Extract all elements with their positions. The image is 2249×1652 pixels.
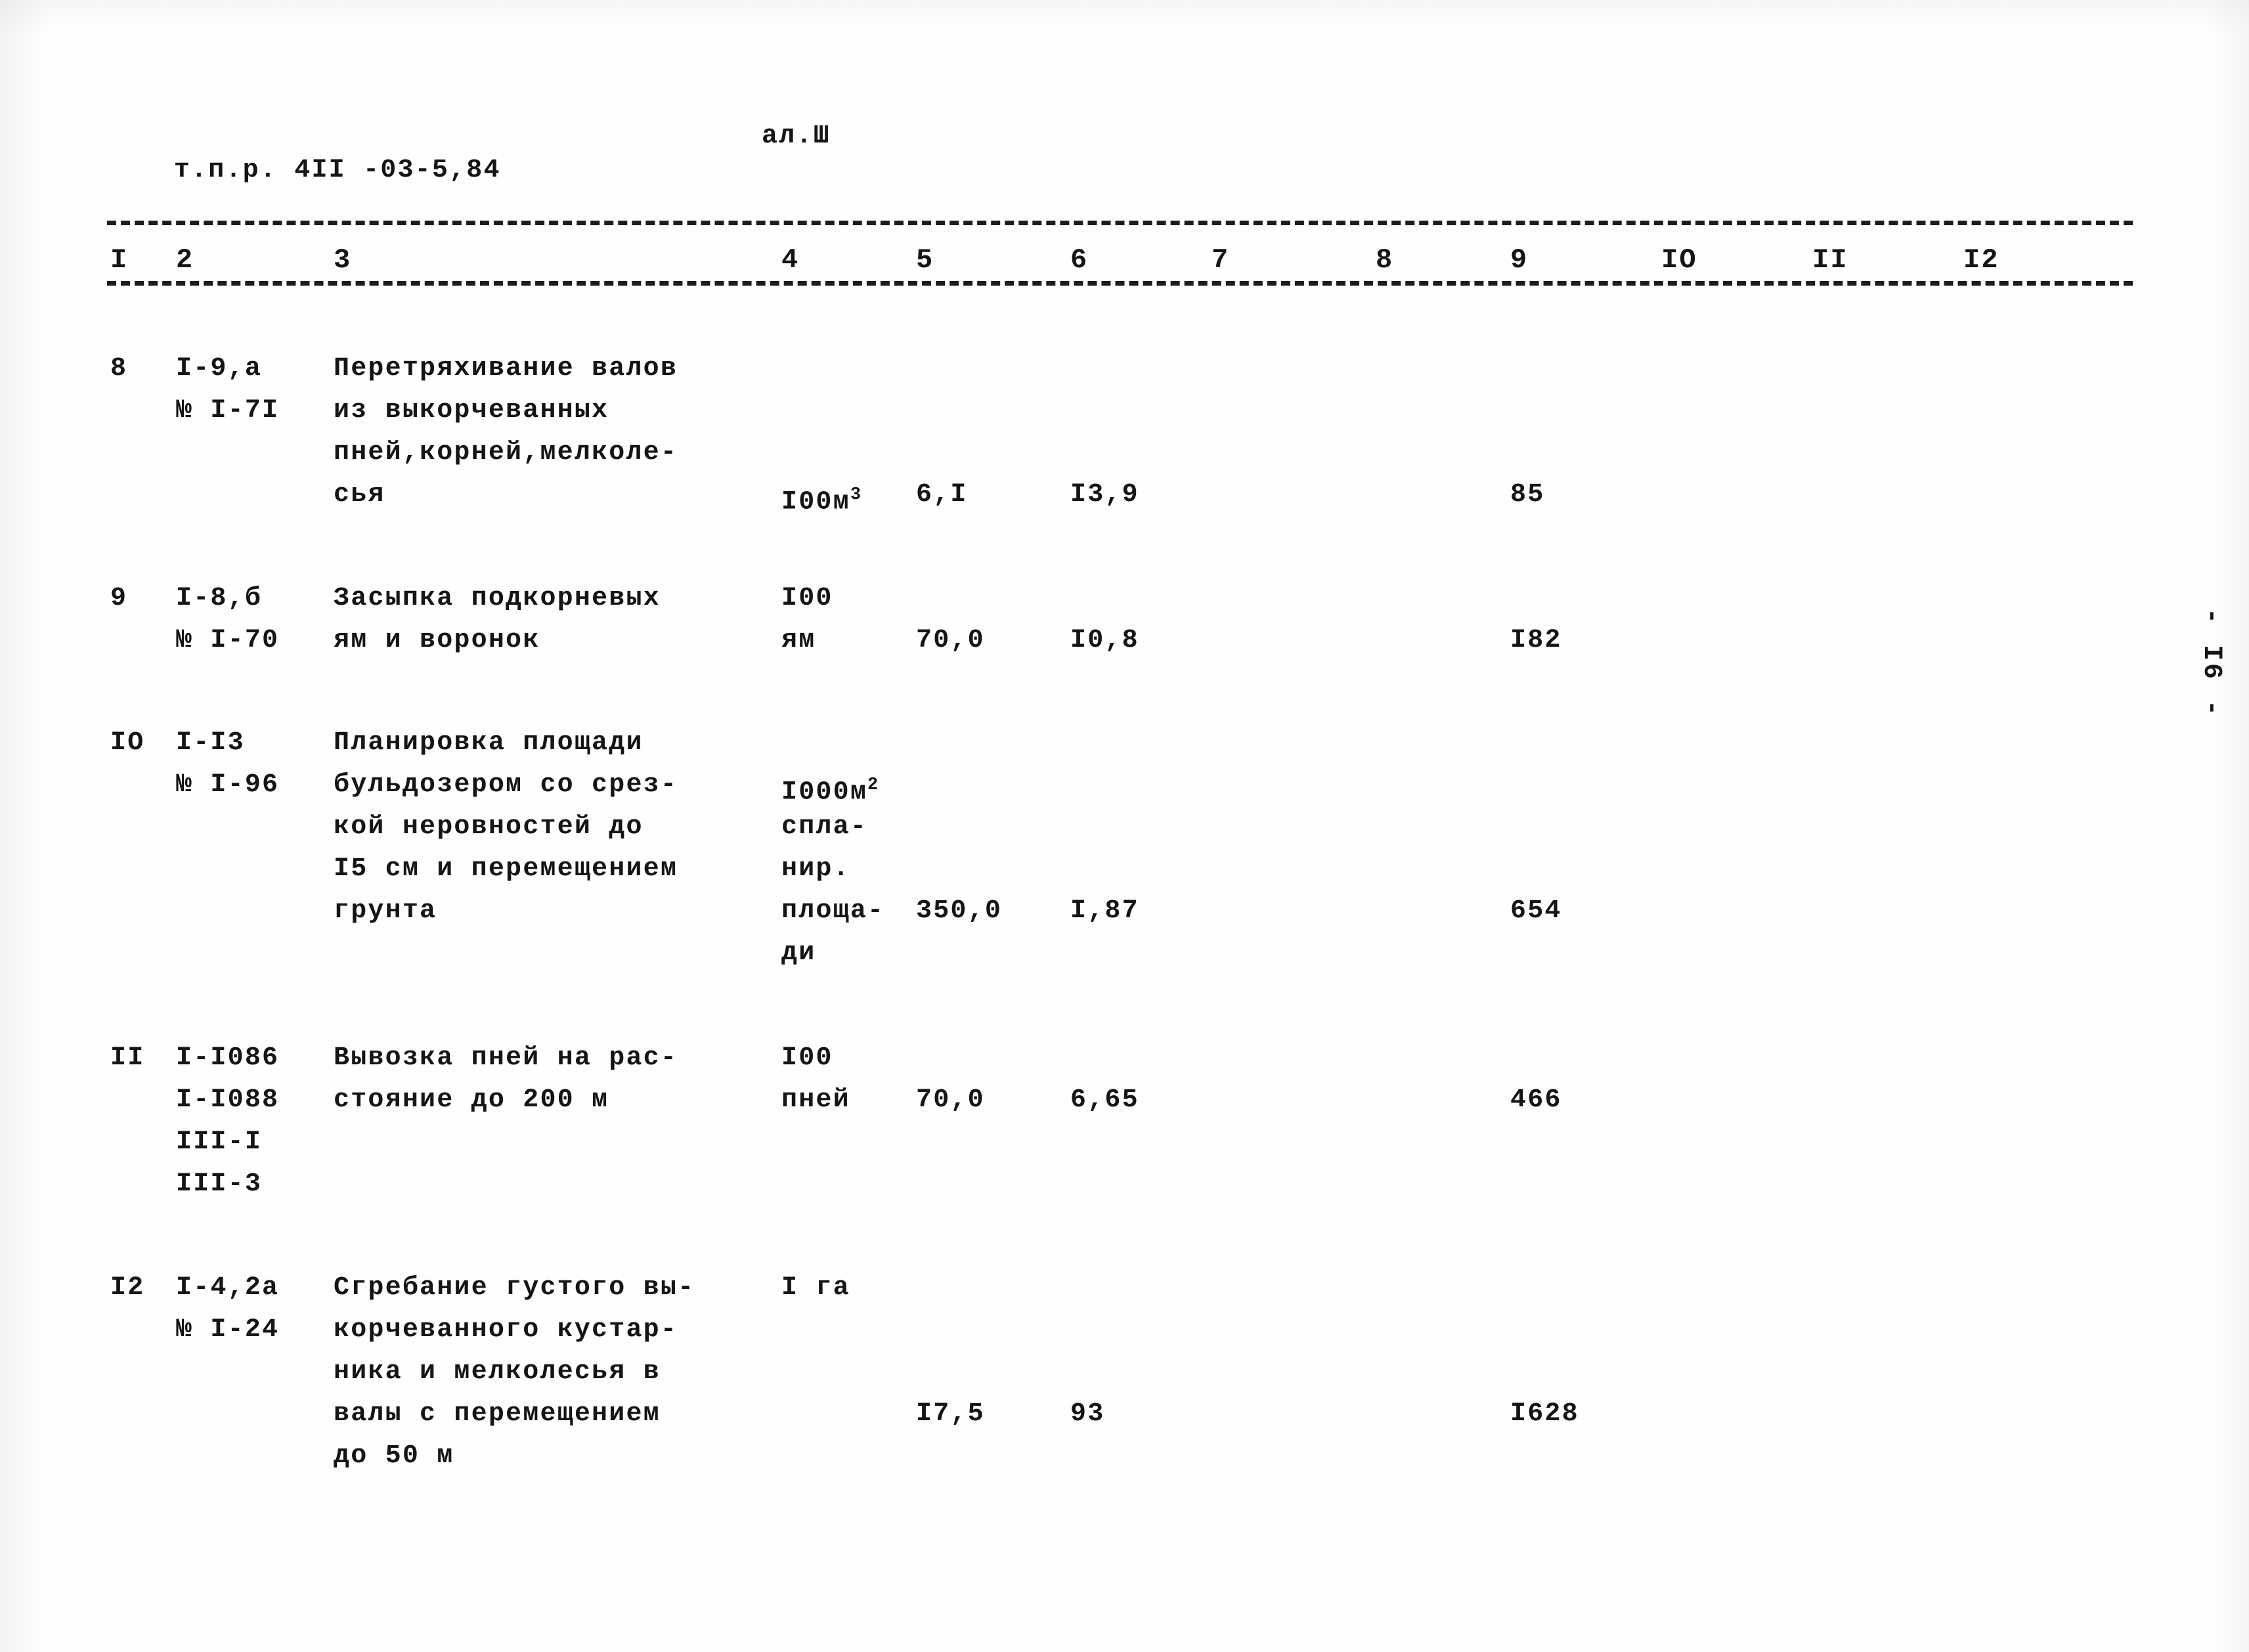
column-number: 5 <box>916 244 934 276</box>
row-unit: площа- <box>781 896 885 926</box>
row-value-col6: I0,8 <box>1070 626 1139 655</box>
row-description: кой неровностей до <box>334 812 644 842</box>
album-label: ал.Ш <box>762 121 831 151</box>
column-number: IO <box>1661 244 1697 276</box>
row-code: I-8,б <box>176 584 263 613</box>
row-code: III-3 <box>176 1169 263 1199</box>
row-value-col9: 85 <box>1510 480 1545 510</box>
row-description: сья <box>334 480 385 510</box>
row-code: I-9,а <box>176 354 263 383</box>
column-number: 2 <box>176 244 194 276</box>
row-unit: ди <box>781 938 816 968</box>
row-value-col5: 350,0 <box>916 896 1003 926</box>
column-number: 3 <box>334 244 352 276</box>
row-code: III-I <box>176 1127 263 1157</box>
column-number: 6 <box>1070 244 1089 276</box>
row-description: Засыпка подкорневых <box>334 584 661 613</box>
scanned-page: т.п.р. 4II -03-5,84 ал.Ш I 2 3 4 5 6 7 8 9 IO II I2… <box>0 0 2249 1652</box>
unit-superscript: 2 <box>867 775 879 795</box>
row-code: I-I086 <box>176 1043 280 1073</box>
row-value-col6: I3,9 <box>1070 480 1139 510</box>
column-number: II <box>1812 244 1848 276</box>
row-number: I2 <box>110 1273 145 1303</box>
row-description: I5 см и перемещением <box>334 854 678 884</box>
column-number: 9 <box>1510 244 1529 276</box>
row-unit: ям <box>781 626 816 655</box>
row-unit: I00м3 <box>781 485 862 517</box>
row-description: Планировка площади <box>334 728 644 758</box>
row-value-col9: 466 <box>1510 1085 1562 1115</box>
row-number: IO <box>110 728 145 758</box>
column-number: I2 <box>1963 244 1999 276</box>
row-value-col9: I628 <box>1510 1399 1579 1429</box>
row-code: I-I3 <box>176 728 245 758</box>
row-unit: нир. <box>781 854 850 884</box>
row-description: Сгребание густого вы- <box>334 1273 695 1303</box>
row-value-col6: 93 <box>1070 1399 1105 1429</box>
table-rule-top <box>107 221 2133 227</box>
row-unit: I га <box>781 1273 850 1303</box>
row-code: I-4,2а <box>176 1273 280 1303</box>
row-description: бульдозером со срез- <box>334 770 678 800</box>
row-value-col5: 6,I <box>916 480 968 510</box>
document-code: т.п.р. 4II -03-5,84 <box>173 156 501 185</box>
unit-superscript: 3 <box>850 485 862 505</box>
row-description: Вывозка пней на рас- <box>334 1043 678 1073</box>
row-value-col9: I82 <box>1510 626 1562 655</box>
row-value-col5: 70,0 <box>916 1085 985 1115</box>
row-value-col5: I7,5 <box>916 1399 985 1429</box>
row-value-col5: 70,0 <box>916 626 985 655</box>
row-description: грунта <box>334 896 437 926</box>
column-number: I <box>110 244 129 276</box>
row-code: I-I088 <box>176 1085 280 1115</box>
row-unit: I00 <box>781 584 833 613</box>
row-description: ям и воронок <box>334 626 540 655</box>
row-description: пней,корней,мелколе- <box>334 438 678 467</box>
row-code: № I-96 <box>176 770 280 800</box>
row-value-col6: 6,65 <box>1070 1085 1139 1115</box>
row-code: № I-24 <box>176 1315 280 1345</box>
row-description: корчеванного кустар- <box>334 1315 678 1345</box>
column-number: 8 <box>1376 244 1394 276</box>
row-number: 9 <box>110 584 128 613</box>
table-column-numbers: I 2 3 4 5 6 7 8 9 IO II I2 <box>0 242 2249 278</box>
row-description: из выкорчеванных <box>334 396 609 425</box>
row-description: до 50 м <box>334 1441 454 1471</box>
table-rule-bottom <box>107 281 2133 288</box>
row-unit: спла- <box>781 812 868 842</box>
row-description: стояние до 200 м <box>334 1085 609 1115</box>
row-code: № I-70 <box>176 626 280 655</box>
row-number: 8 <box>110 354 128 383</box>
row-description: Перетряхивание валов <box>334 354 678 383</box>
page-number-marker: - I6 - <box>2196 608 2226 719</box>
column-number: 4 <box>781 244 800 276</box>
row-unit: пней <box>781 1085 850 1115</box>
row-description: ника и мелколесья в <box>334 1357 661 1387</box>
row-description: валы с перемещением <box>334 1399 661 1429</box>
document-header: т.п.р. 4II -03-5,84 ал.Ш <box>105 120 829 256</box>
row-unit: I00 <box>781 1043 833 1073</box>
column-number: 7 <box>1212 244 1230 276</box>
row-number: II <box>110 1043 145 1073</box>
row-value-col6: I,87 <box>1070 896 1139 926</box>
row-value-col9: 654 <box>1510 896 1562 926</box>
row-code: № I-7I <box>176 396 280 425</box>
